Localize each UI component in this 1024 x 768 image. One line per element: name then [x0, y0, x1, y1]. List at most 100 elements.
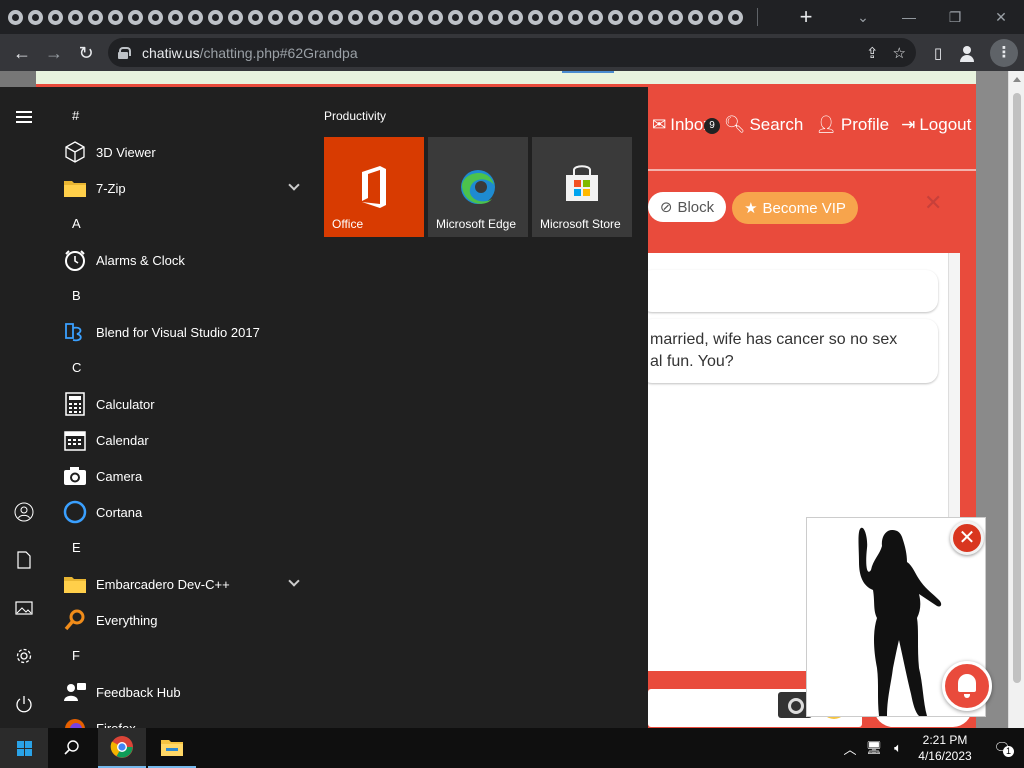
app-list-item[interactable]: Calendar	[48, 422, 310, 458]
tab-favicon[interactable]	[108, 9, 123, 25]
tab-favicon[interactable]	[688, 9, 703, 25]
tab-favicon[interactable]	[268, 9, 283, 25]
tab-favicon[interactable]	[608, 9, 623, 25]
tab-favicon[interactable]	[668, 9, 683, 25]
block-button[interactable]: ⊘ Block	[648, 192, 726, 222]
tab-favicon[interactable]	[288, 9, 303, 25]
tab-favicon[interactable]	[628, 9, 643, 25]
tile-microsoft-edge[interactable]: Microsoft Edge	[428, 137, 528, 237]
reload-button[interactable]: ↻	[70, 37, 102, 69]
tab-favicon[interactable]	[168, 9, 183, 25]
network-icon[interactable]: 🖥︎	[862, 740, 886, 756]
nav-search[interactable]: 🔍︎ Search	[724, 115, 803, 135]
tab-favicon[interactable]	[68, 9, 83, 25]
bookmark-star-icon[interactable]: ☆	[893, 44, 906, 62]
show-hidden-icons-chevron-icon[interactable]: ︿	[838, 739, 862, 758]
power-icon[interactable]	[0, 684, 48, 724]
tab-favicon[interactable]	[428, 9, 443, 25]
app-list-item[interactable]: Embarcadero Dev-C++	[48, 566, 310, 602]
side-panel-icon[interactable]: ▯	[926, 44, 950, 62]
close-chat-icon[interactable]: ✕	[924, 190, 942, 216]
tile-microsoft-store[interactable]: Microsoft Store	[532, 137, 632, 237]
restore-button[interactable]: ❐	[932, 9, 978, 26]
app-list-item[interactable]: Blend for Visual Studio 2017	[48, 314, 310, 350]
tab-favicon[interactable]	[488, 9, 503, 25]
app-list-item[interactable]: Cortana	[48, 494, 310, 530]
nav-profile[interactable]: 👤︎ Profile	[815, 115, 889, 135]
tab-favicon[interactable]	[388, 9, 403, 25]
tab-favicon[interactable]	[508, 9, 523, 25]
tab-favicon[interactable]	[228, 9, 243, 25]
tab-favicon[interactable]	[48, 9, 63, 25]
app-list-letter-header[interactable]: E	[48, 530, 310, 566]
tab-favicon[interactable]	[408, 9, 423, 25]
page-scrollbar[interactable]	[1008, 71, 1024, 728]
minimize-button[interactable]: —	[886, 9, 932, 25]
taskbar-file-explorer[interactable]	[148, 728, 196, 768]
app-list-letter-header[interactable]: B	[48, 278, 310, 314]
tab-favicon[interactable]	[368, 9, 383, 25]
hamburger-menu-icon[interactable]	[0, 97, 48, 137]
tab-favicon[interactable]	[148, 9, 163, 25]
app-list-item[interactable]: 7-Zip	[48, 170, 310, 206]
notification-bell-icon[interactable]	[942, 661, 992, 711]
close-window-button[interactable]: ✕	[978, 9, 1024, 26]
start-button[interactable]	[0, 728, 48, 768]
chevron-down-icon[interactable]	[288, 575, 300, 587]
taskbar-chrome[interactable]	[98, 728, 146, 768]
tab-favicon[interactable]	[328, 9, 343, 25]
pictures-icon[interactable]	[0, 588, 48, 628]
tile-office[interactable]: Office	[324, 137, 424, 237]
scroll-thumb[interactable]	[1013, 93, 1021, 683]
app-list-item[interactable]: Firefox	[48, 710, 310, 728]
app-list-item[interactable]: Camera	[48, 458, 310, 494]
tab-favicon[interactable]	[568, 9, 583, 25]
tab-search-button[interactable]: ⌄	[840, 9, 886, 26]
tab-favicon[interactable]	[348, 9, 363, 25]
profile-icon[interactable]	[958, 44, 982, 62]
taskbar-clock[interactable]: 2:21 PM 4/16/2023	[910, 732, 980, 764]
nav-inbox[interactable]: ✉ Inbox	[652, 115, 712, 135]
app-list-letter-header[interactable]: A	[48, 206, 310, 242]
become-vip-button[interactable]: ★ Become VIP	[732, 192, 858, 224]
tab-favicon[interactable]	[548, 9, 563, 25]
taskbar-search-button[interactable]	[48, 728, 96, 768]
tab-favicon[interactable]	[8, 9, 23, 25]
address-bar[interactable]: chatiw.us/chatting.php#62Grandpa ⇪ ☆	[108, 38, 916, 67]
app-list-letter-header[interactable]: #	[48, 98, 310, 134]
share-icon[interactable]: ⇪	[866, 44, 879, 62]
browser-menu-button[interactable]: ⋮	[990, 38, 1018, 67]
action-center-icon[interactable]: 🗨︎ 1	[980, 740, 1024, 757]
forward-button[interactable]: →	[38, 37, 70, 69]
tab-favicon[interactable]	[468, 9, 483, 25]
ad-close-button[interactable]: ✕	[950, 521, 984, 555]
nav-logout[interactable]: ⇥ Logout	[901, 115, 971, 135]
tab-favicon[interactable]	[28, 9, 43, 25]
tab-favicon[interactable]	[128, 9, 143, 25]
documents-icon[interactable]	[0, 540, 48, 580]
url-text[interactable]: chatiw.us/chatting.php#62Grandpa	[142, 45, 358, 61]
user-account-icon[interactable]	[0, 492, 48, 532]
volume-icon[interactable]: 🔈︎	[886, 740, 910, 756]
tab-favicon[interactable]	[248, 9, 263, 25]
tab-favicon[interactable]	[648, 9, 663, 25]
tab-favicon[interactable]	[588, 9, 603, 25]
tab-favicon[interactable]	[708, 9, 723, 25]
tab-favicon[interactable]	[208, 9, 223, 25]
app-list-item[interactable]: Alarms & Clock	[48, 242, 310, 278]
new-tab-button[interactable]: +	[794, 0, 818, 34]
app-list-letter-header[interactable]: C	[48, 350, 310, 386]
tab-favicon[interactable]	[448, 9, 463, 25]
chevron-down-icon[interactable]	[288, 179, 300, 191]
app-list-item[interactable]: Feedback Hub	[48, 674, 310, 710]
app-list-item[interactable]: 3D Viewer	[48, 134, 310, 170]
tab-favicons[interactable]	[0, 0, 747, 34]
app-list-item[interactable]: Calculator	[48, 386, 310, 422]
app-list-letter-header[interactable]: F	[48, 638, 310, 674]
tab-favicon[interactable]	[728, 9, 743, 25]
tab-favicon[interactable]	[188, 9, 203, 25]
tab-favicon[interactable]	[528, 9, 543, 25]
scroll-up-arrow[interactable]	[1013, 77, 1021, 82]
tab-favicon[interactable]	[88, 9, 103, 25]
app-list-item[interactable]: Everything	[48, 602, 310, 638]
